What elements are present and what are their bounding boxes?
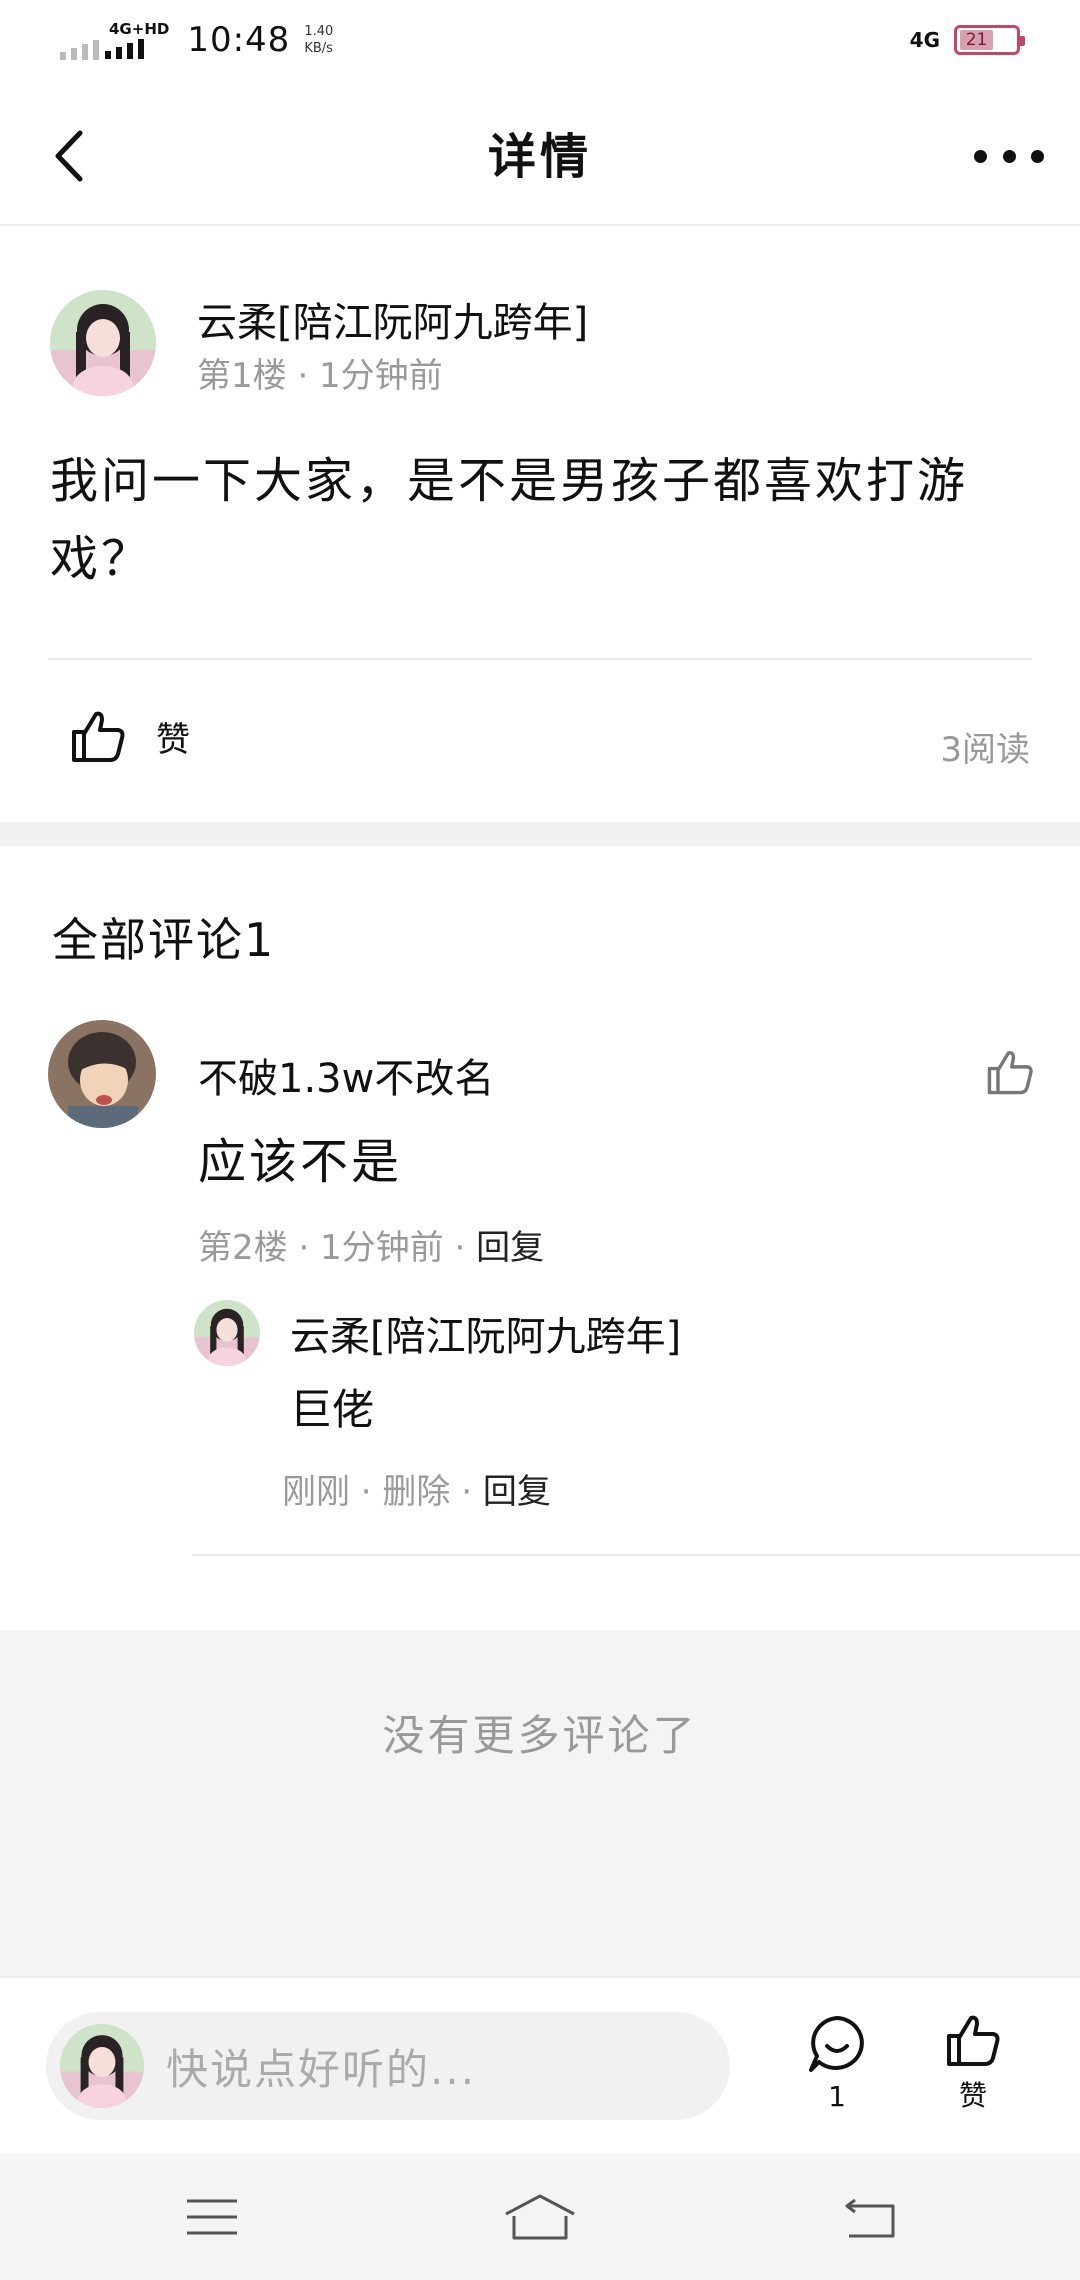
return-icon xyxy=(845,2198,895,2238)
signal-icon xyxy=(105,37,144,59)
thumbs-up-icon xyxy=(987,1051,1033,1095)
like-label: 赞 xyxy=(958,2079,987,2112)
reply-meta-text: 刚刚 · 删除 · xyxy=(282,1472,483,1512)
post: 云柔[陪江阮阿九跨年] 第1楼 · 1分钟前 我问一下大家，是不是男孩子都喜欢打… xyxy=(0,228,1080,822)
comment-meta: 第2楼 · 1分钟前 · 回复 xyxy=(198,1220,544,1269)
avatar[interactable] xyxy=(48,1020,156,1128)
header: 详情 xyxy=(0,80,1080,226)
reply-button[interactable]: 回复 xyxy=(476,1228,544,1268)
post-content: 我问一下大家，是不是男孩子都喜欢打游戏？ xyxy=(50,453,969,587)
read-count: 3阅读 xyxy=(940,730,1030,770)
battery-icon: 21 xyxy=(954,25,1025,55)
avatar xyxy=(60,2024,144,2108)
comment-like-button[interactable] xyxy=(986,1048,1034,1100)
back-button[interactable] xyxy=(40,126,100,186)
comments-title: 全部评论1 xyxy=(52,913,276,967)
comment-text: 应该不是 xyxy=(198,1134,403,1190)
more-button[interactable] xyxy=(974,126,1044,186)
post-author[interactable]: 云柔[陪江阮阿九跨年] xyxy=(197,290,588,348)
status-bar: 4G+HD 10:48 1.40 KB/s 4G 21 xyxy=(0,0,1080,80)
more-dots-icon xyxy=(974,149,987,163)
avatar[interactable] xyxy=(50,290,156,396)
no-more-area: 没有更多评论了 xyxy=(0,1630,1080,1976)
like-button[interactable]: 赞 xyxy=(936,2012,1010,2114)
network-type: 4G xyxy=(909,28,940,52)
system-nav-bar xyxy=(0,2154,1080,2280)
comment-input[interactable]: 快说点好听的... xyxy=(46,2012,730,2120)
speed-unit: KB/s xyxy=(304,41,333,56)
clock: 10:48 xyxy=(187,20,291,60)
comment-bubble-icon xyxy=(809,2016,864,2072)
no-more-comments: 没有更多评论了 xyxy=(382,1711,698,1760)
comment-button[interactable]: 1 xyxy=(800,2014,874,2113)
network-speed: 1.40 KB/s xyxy=(304,23,333,57)
like-label: 赞 xyxy=(156,719,190,760)
divider xyxy=(192,1554,1080,1556)
post-like-button[interactable]: 赞 xyxy=(70,708,190,764)
page-title: 详情 xyxy=(487,129,592,185)
menu-icon xyxy=(187,2199,237,2235)
reply-text: 巨佬 xyxy=(290,1385,375,1434)
comment-author[interactable]: 不破1.3w不改名 xyxy=(198,1046,494,1104)
section-divider xyxy=(0,822,1080,846)
reply-meta: 刚刚 · 删除 · 回复 xyxy=(282,1464,551,1513)
network-label: 4G+HD xyxy=(109,19,170,38)
post-meta: 第1楼 · 1分钟前 xyxy=(197,356,443,396)
chevron-left-icon xyxy=(55,130,83,182)
home-button[interactable] xyxy=(500,2184,580,2250)
network-indicator: 4G+HD xyxy=(105,19,170,59)
reply-button[interactable]: 回复 xyxy=(483,1472,551,1512)
reply-author[interactable]: 云柔[陪江阮阿九跨年] xyxy=(290,1304,681,1362)
comment-meta-text: 第2楼 · 1分钟前 · xyxy=(198,1228,477,1268)
divider xyxy=(48,658,1032,660)
thumbs-up-icon xyxy=(947,2015,1000,2066)
return-button[interactable] xyxy=(830,2184,910,2250)
signal-icon-dim xyxy=(60,20,99,60)
menu-button[interactable] xyxy=(172,2184,252,2250)
home-icon xyxy=(505,2194,575,2240)
speed-value: 1.40 xyxy=(304,24,334,39)
avatar[interactable] xyxy=(194,1300,260,1366)
input-placeholder: 快说点好听的... xyxy=(166,2044,477,2094)
comment-count: 1 xyxy=(828,2080,846,2113)
battery-level: 21 xyxy=(960,30,994,50)
bottom-bar: 快说点好听的... 1 赞 xyxy=(0,1976,1080,2154)
thumbs-up-icon xyxy=(72,711,125,762)
